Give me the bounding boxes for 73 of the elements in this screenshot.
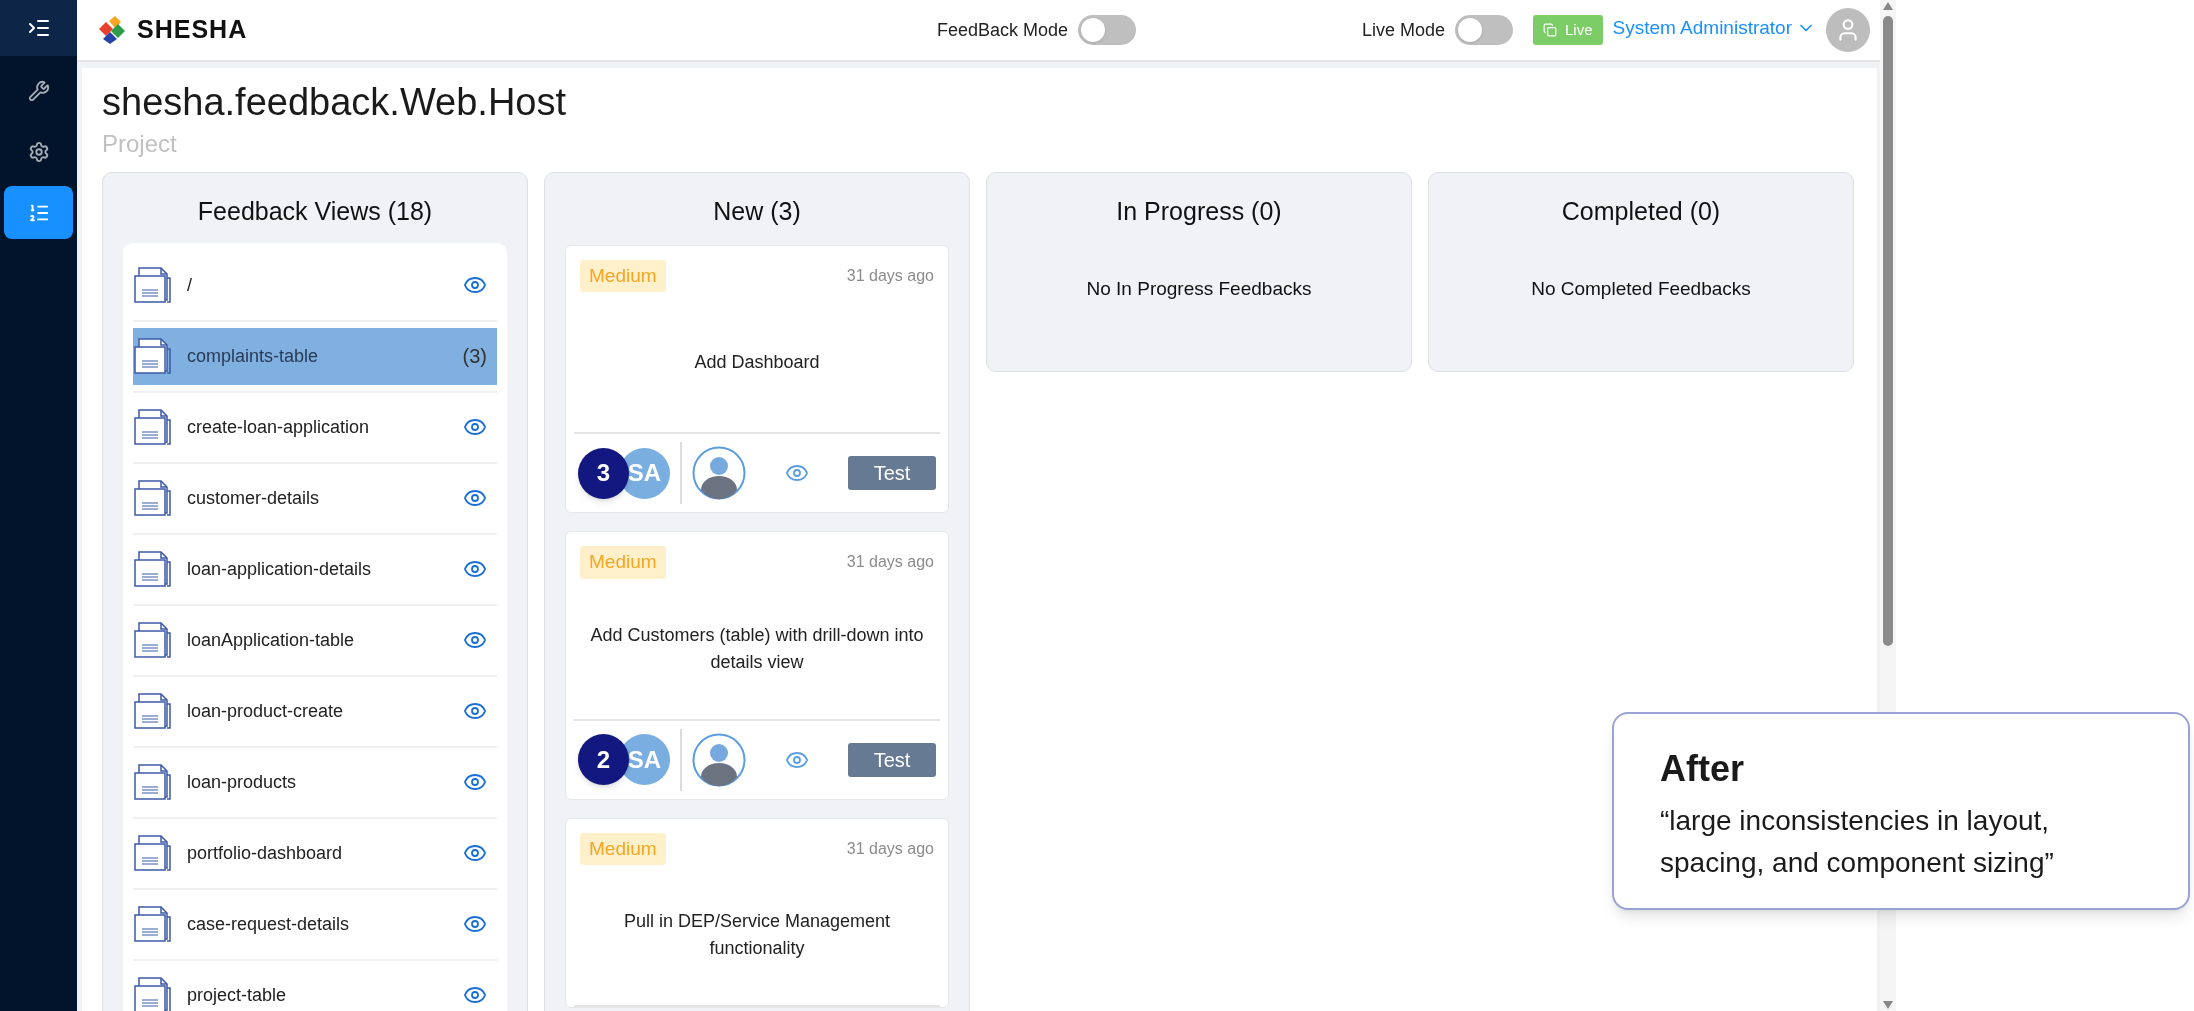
- logo-icon: [97, 15, 127, 45]
- column-title: In Progress (0): [1115, 196, 1283, 227]
- view-name: loan-products: [187, 770, 298, 794]
- test-button[interactable]: Test: [848, 456, 936, 490]
- toggle-switch[interactable]: [1454, 15, 1513, 45]
- user-avatar-icon: [692, 732, 746, 787]
- scrollbar-thumb[interactable]: [1883, 16, 1893, 646]
- file-icon: [133, 763, 173, 801]
- copy-icon: [1542, 23, 1557, 37]
- view-item[interactable]: loanApplication-table: [133, 605, 497, 677]
- wrench-icon: [27, 79, 50, 102]
- view-name: case-request-details: [187, 912, 351, 936]
- empty-message: No Completed Feedbacks: [1530, 276, 1752, 301]
- feedback-card[interactable]: Medium 31 days ago Pull in DEP/Service Management functionality: [565, 817, 949, 1008]
- page-subtitle: Project: [102, 129, 178, 159]
- logo-text: SHESHA: [137, 14, 248, 46]
- priority-tag: Medium: [580, 832, 666, 865]
- file-icon: [133, 905, 173, 943]
- priority-tag: Medium: [580, 546, 666, 579]
- feedback-mode-label: FeedBack Mode: [937, 18, 1069, 42]
- card-title: Add Dashboard: [694, 350, 820, 374]
- empty-message: No In Progress Feedbacks: [1085, 276, 1313, 301]
- file-icon: [133, 692, 173, 730]
- toggle-switch[interactable]: [1078, 15, 1137, 45]
- time-label: 31 days ago: [846, 838, 934, 859]
- view-name: customer-details: [187, 486, 321, 510]
- column-title: Feedback Views (18): [196, 196, 434, 227]
- view-item[interactable]: case-request-details: [133, 889, 497, 961]
- count-avatar: 3: [578, 447, 629, 499]
- time-label: 31 days ago: [846, 552, 934, 572]
- feedback-card[interactable]: Medium 31 days ago Add Customers (table) with drill-down into details view 2 SA Test: [565, 531, 949, 800]
- test-button[interactable]: Test: [848, 742, 936, 777]
- file-icon: [133, 550, 173, 588]
- view-item[interactable]: customer-details: [133, 463, 497, 535]
- file-icon: [133, 266, 173, 304]
- file-icon: [133, 408, 173, 446]
- file-icon: [133, 479, 173, 517]
- view-name: portfolio-dashboard: [187, 841, 344, 865]
- card-title: Add Customers (table) with drill-down into details view: [589, 623, 925, 674]
- view-item[interactable]: loan-products: [133, 747, 497, 819]
- column-title: Completed (0): [1560, 196, 1722, 227]
- live-tag: Live: [1532, 15, 1603, 45]
- column-title: New (3): [712, 196, 802, 227]
- view-name: create-loan-application: [187, 415, 371, 439]
- view-name: loan-product-create: [187, 699, 345, 723]
- file-icon: [133, 337, 173, 375]
- callout-quote: “large inconsistencies in layout, spacing, and component sizing”: [1660, 804, 2055, 880]
- view-item[interactable]: loan-product-create: [133, 676, 497, 748]
- file-icon: [133, 834, 173, 872]
- view-item[interactable]: /: [133, 250, 497, 322]
- user-avatar-icon: [692, 446, 746, 500]
- feedback-card[interactable]: Medium 31 days ago Add Dashboard 3 SA Test: [565, 244, 949, 513]
- count-avatar: 2: [578, 734, 629, 785]
- priority-tag: Medium: [580, 259, 666, 292]
- time-label: 31 days ago: [846, 265, 934, 286]
- view-name: loan-application-details: [187, 557, 373, 581]
- scroll-down-icon[interactable]: [1883, 1001, 1893, 1009]
- view-count: (3): [462, 344, 487, 369]
- file-icon: [133, 621, 173, 659]
- scroll-up-icon[interactable]: [1883, 2, 1893, 10]
- live-mode-label: Live Mode: [1361, 18, 1445, 42]
- view-item[interactable]: portfolio-dashboard: [133, 818, 497, 890]
- view-item[interactable]: create-loan-application: [133, 392, 497, 464]
- callout-title: After: [1660, 747, 1745, 791]
- view-name: loanApplication-table: [187, 628, 356, 652]
- view-name: complaints-table: [187, 344, 320, 368]
- view-item[interactable]: loan-application-details: [133, 534, 497, 606]
- settings-icon: [27, 140, 50, 163]
- page-title: shesha.feedback.Web.Host: [102, 80, 567, 125]
- view-name: /: [187, 273, 193, 297]
- view-name: project-table: [187, 983, 288, 1007]
- card-title: Pull in DEP/Service Management functionality: [622, 910, 892, 960]
- view-item[interactable]: project-table: [133, 960, 497, 1011]
